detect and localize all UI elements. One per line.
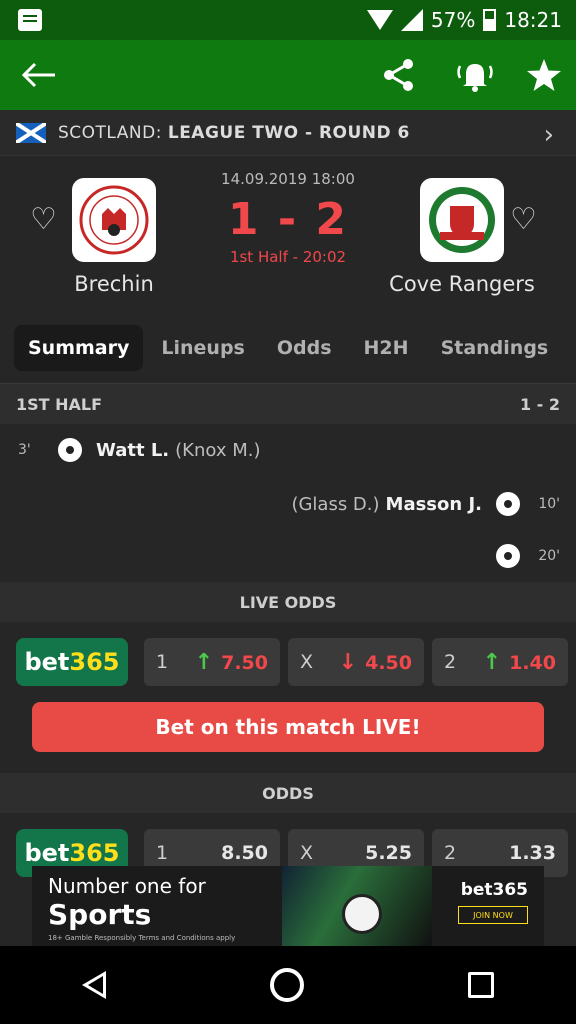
bet365-logo[interactable]: bet 365 — [16, 638, 128, 686]
event-minute: 20' — [538, 548, 560, 564]
odd-value: 5.25 — [365, 842, 412, 864]
odd-value: 8.50 — [221, 842, 268, 864]
league-title: SCOTLAND: LEAGUE TWO - ROUND 6 — [58, 123, 410, 143]
match-date: 14.09.2019 18:00 — [221, 170, 355, 188]
odd-label: 1 — [156, 651, 169, 673]
bet365-logo-accent: 365 — [69, 648, 120, 676]
odd-label: X — [300, 651, 314, 673]
clock: 18:21 — [504, 8, 562, 32]
home-team-crest[interactable] — [72, 178, 156, 262]
first-half-header: 1ST HALF 1 - 2 — [0, 384, 576, 424]
app-bar — [0, 40, 576, 110]
ad-line1: Number one for — [48, 874, 206, 898]
odd-number: 7.50 — [221, 651, 268, 674]
arrow-up-icon: ↑ — [194, 649, 214, 675]
odd-number: 4.50 — [365, 651, 412, 674]
battery-percent: 57% — [430, 8, 476, 32]
status-icons: 57% 18:21 — [366, 8, 562, 32]
odd-label: X — [300, 842, 314, 864]
away-team-crest[interactable] — [420, 178, 504, 262]
live-odds-header: LIVE ODDS — [0, 582, 576, 622]
ad-line2: Sports — [48, 898, 152, 931]
odd-label: 2 — [444, 842, 457, 864]
battery-icon — [483, 9, 497, 31]
away-team-name[interactable]: Cove Rangers — [372, 272, 552, 296]
bet-live-button[interactable]: Bet on this match LIVE! — [32, 702, 544, 752]
nav-back-icon[interactable] — [82, 971, 106, 999]
tab-odds[interactable]: Odds — [263, 325, 346, 371]
event-row[interactable]: (Glass D.) Masson J. 10' — [0, 478, 576, 530]
share-icon[interactable] — [376, 40, 422, 110]
nav-recent-apps-icon[interactable] — [468, 972, 494, 998]
notification-icon — [18, 9, 42, 31]
match-score: 1 - 2 — [227, 194, 349, 245]
event-minute: 10' — [538, 496, 560, 512]
match-status: 1st Half - 20:02 — [229, 248, 347, 266]
live-odd-away[interactable]: 2 ↑ 1.40 — [432, 638, 568, 686]
tab-h2h[interactable]: H2H — [350, 325, 423, 371]
event-row[interactable]: 3' Watt L. (Knox M.) — [0, 424, 576, 476]
first-half-title: 1ST HALF — [16, 394, 103, 414]
tab-bar: Summary Lineups Odds H2H Standings — [0, 312, 576, 384]
ad-join-button[interactable]: JOIN NOW — [458, 906, 528, 924]
league-country: SCOTLAND: — [58, 122, 162, 143]
first-half-score: 1 - 2 — [519, 394, 560, 414]
live-odd-home[interactable]: 1 ↑ 7.50 — [144, 638, 280, 686]
odd-label: 2 — [444, 651, 457, 673]
goal-ball-icon — [58, 438, 82, 462]
wifi-icon — [366, 10, 393, 30]
star-icon[interactable] — [520, 40, 568, 110]
ad-banner[interactable]: Number one for Sports 18+ Gamble Respons… — [32, 866, 544, 946]
goal-ball-icon — [496, 492, 520, 516]
arrow-left-icon[interactable] — [14, 40, 64, 110]
ad-brand: bet365 — [460, 880, 528, 900]
odd-label: 1 — [156, 842, 169, 864]
bell-ringing-icon[interactable] — [448, 40, 502, 110]
ad-fine-print: 18+ Gamble Responsibly Terms and Conditi… — [48, 934, 236, 942]
live-odd-draw[interactable]: X ↓ 4.50 — [288, 638, 424, 686]
tab-lineups[interactable]: Lineups — [147, 325, 258, 371]
event-assist: (Knox M.) — [175, 439, 261, 461]
ad-football-image — [342, 894, 382, 934]
arrow-down-icon: ↓ — [338, 649, 358, 675]
match-header: ♡ Brechin 14.09.2019 18:00 1 - 2 1st Hal… — [0, 156, 576, 312]
status-bar: 57% 18:21 — [0, 0, 576, 40]
event-scorer: Watt L. — [96, 439, 170, 461]
arrow-up-icon: ↑ — [482, 649, 502, 675]
signal-icon — [400, 9, 423, 31]
odds-header: ODDS — [0, 773, 576, 813]
tab-summary[interactable]: Summary — [14, 324, 144, 371]
odd-value: ↓ 4.50 — [339, 650, 412, 675]
bet365-logo-text: bet — [24, 839, 70, 867]
favorite-home-heart-icon[interactable]: ♡ — [30, 202, 57, 237]
favorite-away-heart-icon[interactable]: ♡ — [510, 202, 537, 237]
live-odds-row: bet 365 1 ↑ 7.50 X ↓ 4.50 2 ↑ 1.40 — [0, 632, 576, 694]
bet365-logo-text: bet — [24, 648, 70, 676]
event-row[interactable]: 20' — [0, 530, 576, 582]
bet365-logo-accent: 365 — [69, 839, 120, 867]
league-name: LEAGUE TWO - ROUND 6 — [167, 122, 410, 143]
goal-ball-icon — [496, 544, 520, 568]
nav-home-icon[interactable] — [270, 968, 304, 1002]
scotland-flag-icon — [16, 122, 46, 143]
chevron-right-icon: › — [543, 120, 554, 150]
odd-number: 1.40 — [509, 651, 556, 674]
home-team-name[interactable]: Brechin — [24, 272, 204, 296]
odds-title: ODDS — [262, 783, 314, 803]
tab-standings[interactable]: Standings — [427, 325, 563, 371]
event-assist: (Glass D.) — [291, 493, 380, 515]
system-nav-bar — [0, 946, 576, 1024]
event-scorer: Masson J. — [385, 493, 482, 515]
event-minute: 3' — [18, 442, 31, 458]
odd-value: 1.33 — [509, 842, 556, 864]
odd-value: ↑ 1.40 — [483, 650, 556, 675]
league-row[interactable]: SCOTLAND: LEAGUE TWO - ROUND 6 › — [0, 110, 576, 156]
live-odds-title: LIVE ODDS — [239, 592, 337, 612]
odd-value: ↑ 7.50 — [195, 650, 268, 675]
